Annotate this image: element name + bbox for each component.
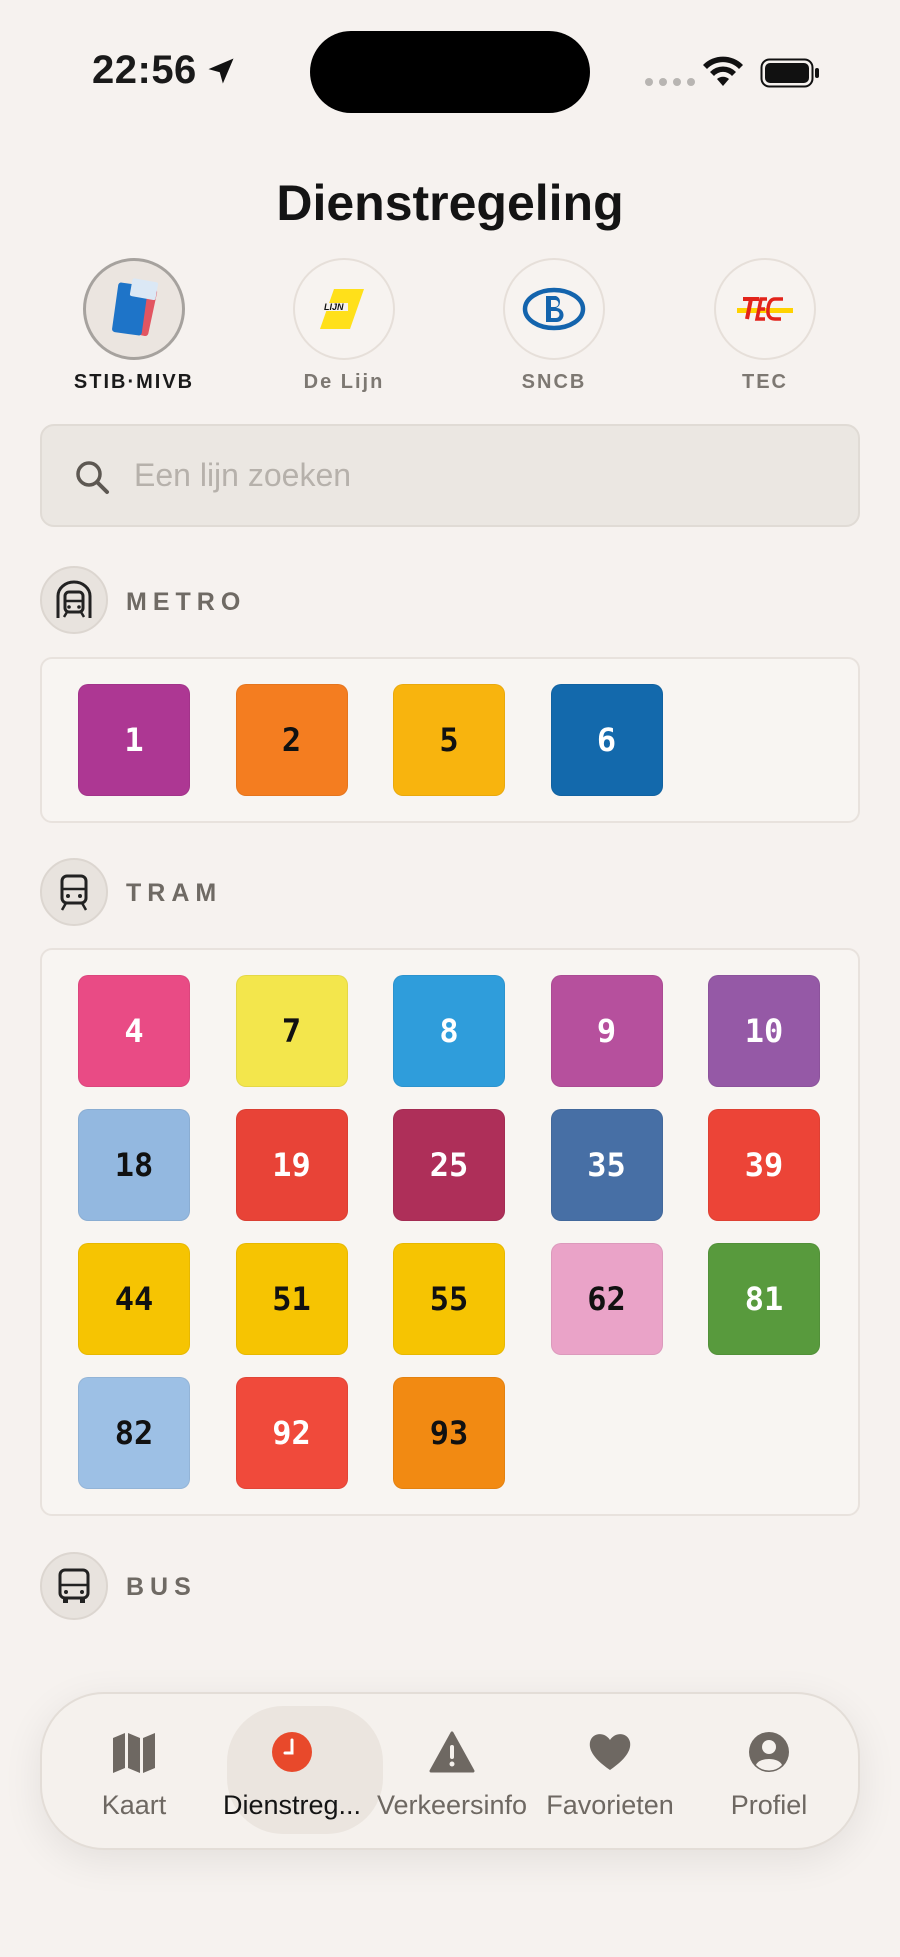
- operator-stib-mivb[interactable]: STIB·MIVB: [49, 258, 219, 394]
- bus-icon: [58, 1568, 90, 1603]
- tram-line-51[interactable]: 51: [235, 1243, 348, 1355]
- tram-icon: [60, 874, 88, 911]
- de-lijn-logo-circle: LIJN: [293, 258, 395, 360]
- metro-lines-box: 1256: [40, 657, 860, 823]
- metro-line-6[interactable]: 6: [550, 684, 663, 796]
- tram-line-92[interactable]: 92: [235, 1377, 348, 1489]
- status-time: 22:56: [92, 48, 197, 92]
- metro-line-5[interactable]: 5: [393, 684, 505, 796]
- battery-icon: [760, 58, 819, 88]
- bus-section-label: BUS: [126, 1573, 197, 1601]
- metro-line-2[interactable]: 2: [235, 684, 348, 796]
- tab-kaart[interactable]: Kaart: [54, 1694, 214, 1848]
- tab-bar: Kaart Dienstreg... Verkeersinfo Favoriet…: [40, 1692, 860, 1850]
- sncb-logo-circle: [503, 258, 605, 360]
- tab-dienstregeling[interactable]: Dienstreg...: [212, 1694, 383, 1848]
- tab-label: Dienstreg...: [222, 1790, 362, 1820]
- tec-logo-circle: [714, 258, 816, 360]
- tram-line-93[interactable]: 93: [393, 1377, 505, 1489]
- tab-label: Kaart: [101, 1790, 167, 1820]
- operator-label: TEC: [742, 371, 788, 393]
- tram-line-39[interactable]: 39: [708, 1109, 820, 1221]
- wifi-icon: [703, 56, 743, 86]
- tram-line-4[interactable]: 4: [78, 975, 190, 1087]
- operator-label: De Lijn: [303, 371, 385, 393]
- tram-line-81[interactable]: 81: [708, 1243, 820, 1355]
- tab-favorieten[interactable]: Favorieten: [530, 1694, 690, 1848]
- tram-line-82[interactable]: 82: [78, 1377, 190, 1489]
- tram-line-25[interactable]: 25: [393, 1109, 505, 1221]
- tab-verkeersinfo[interactable]: Verkeersinfo: [372, 1694, 532, 1848]
- operator-label: STIB·MIVB: [73, 371, 195, 393]
- metro-icon: [56, 580, 92, 618]
- tram-line-62[interactable]: 62: [550, 1243, 663, 1355]
- operator-tec[interactable]: TEC: [680, 258, 850, 394]
- tram-line-9[interactable]: 9: [550, 975, 663, 1087]
- metro-section-icon: [40, 566, 108, 634]
- tec-logo-icon: [737, 297, 793, 321]
- clock-icon: [272, 1732, 312, 1772]
- tram-line-7[interactable]: 7: [235, 975, 348, 1087]
- tab-label: Favorieten: [546, 1790, 674, 1820]
- operator-de-lijn[interactable]: LIJN De Lijn: [259, 258, 429, 394]
- tram-line-19[interactable]: 19: [235, 1109, 348, 1221]
- operator-sncb[interactable]: SNCB: [469, 258, 639, 394]
- metro-line-1[interactable]: 1: [78, 684, 190, 796]
- search-input[interactable]: [134, 426, 834, 525]
- tab-profiel[interactable]: Profiel: [689, 1694, 849, 1848]
- tab-label: Verkeersinfo: [376, 1790, 528, 1820]
- bus-section-icon: [40, 1552, 108, 1620]
- sncb-logo-icon: [522, 287, 586, 331]
- tram-line-18[interactable]: 18: [78, 1109, 190, 1221]
- stib-logo-icon: [112, 278, 159, 337]
- tram-line-10[interactable]: 10: [708, 975, 820, 1087]
- tram-section-icon: [40, 858, 108, 926]
- warning-icon: [429, 1731, 475, 1773]
- de-lijn-logo-icon: LIJN: [320, 289, 364, 329]
- map-icon: [113, 1733, 155, 1773]
- tab-label: Profiel: [730, 1790, 808, 1820]
- tram-line-44[interactable]: 44: [78, 1243, 190, 1355]
- search-icon: [76, 461, 109, 494]
- search-bar[interactable]: [40, 424, 860, 527]
- heart-icon: [589, 1734, 631, 1770]
- tram-lines-box: 4 7 8 9 10 18 19 25 35 39 44 51 55 62 81 82 92 93: [40, 948, 860, 1516]
- tram-line-55[interactable]: 55: [393, 1243, 505, 1355]
- metro-section-label: METRO: [126, 588, 247, 616]
- page-title: Dienstregeling: [276, 175, 624, 231]
- stib-logo-circle: [83, 258, 185, 360]
- tram-line-35[interactable]: 35: [550, 1109, 663, 1221]
- profile-icon: [749, 1732, 789, 1772]
- dynamic-island: [310, 31, 590, 113]
- tram-line-8[interactable]: 8: [393, 975, 505, 1087]
- screen: 22:56 Dienstregeling STIB·MIVB LIJN De L…: [0, 0, 900, 1957]
- location-arrow-icon: [208, 58, 234, 84]
- cellular-signal-icon: [645, 78, 695, 86]
- tram-section-label: TRAM: [126, 879, 223, 907]
- svg-text:LIJN: LIJN: [324, 302, 344, 312]
- operator-label: SNCB: [521, 371, 587, 393]
